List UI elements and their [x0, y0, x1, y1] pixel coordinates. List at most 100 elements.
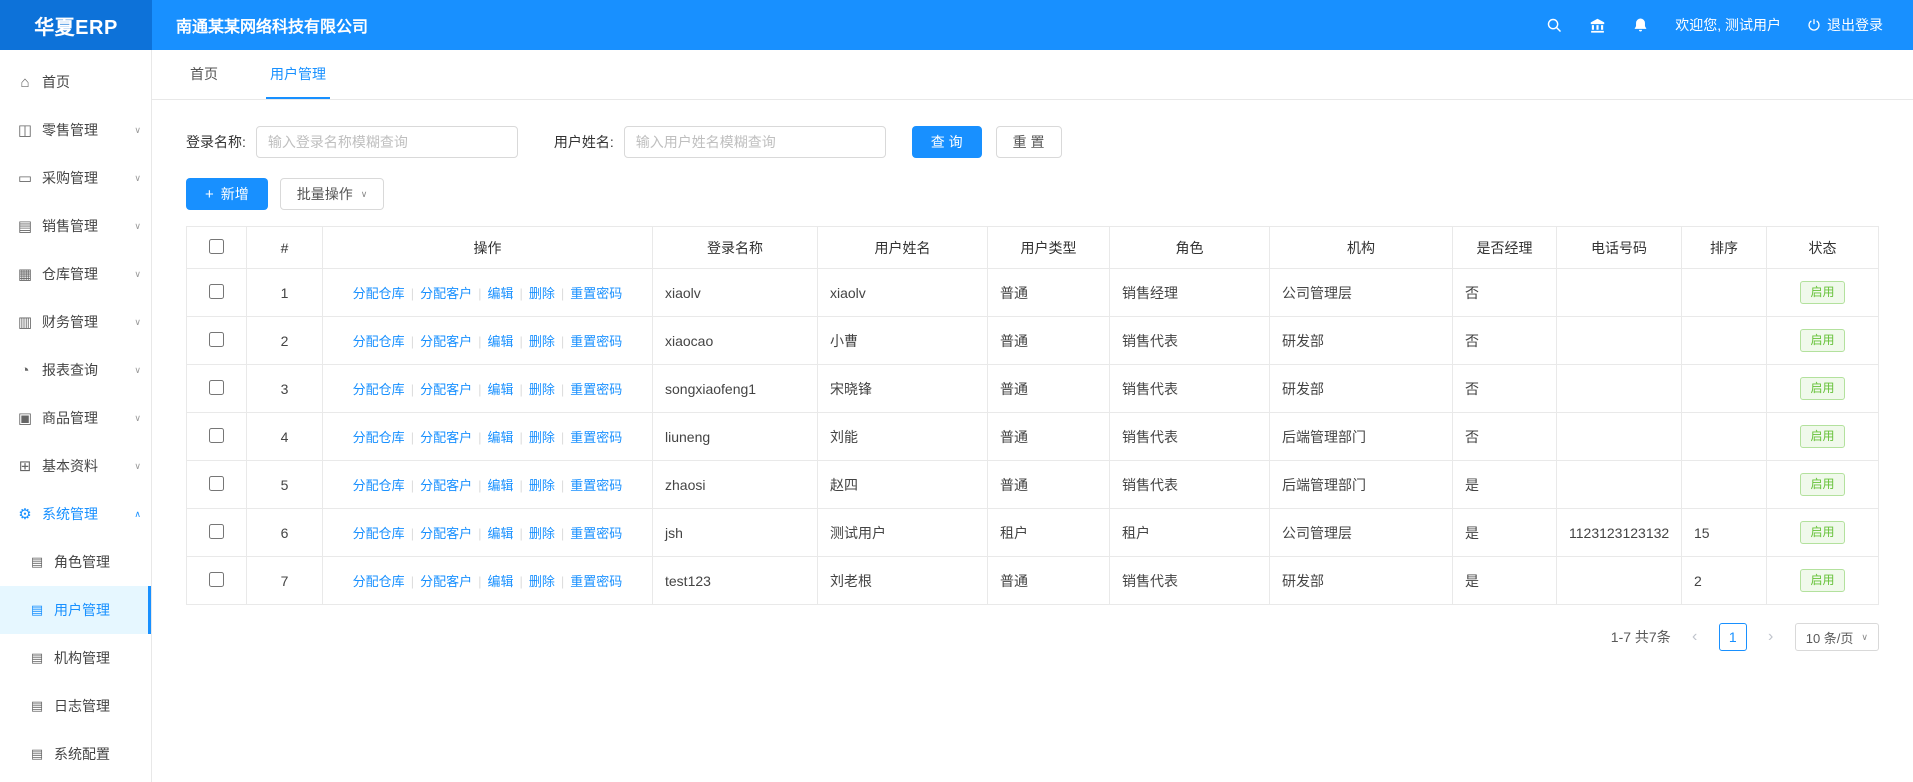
status-badge[interactable]: 启用 — [1800, 473, 1844, 497]
sidebar-item-warehouse[interactable]: ▦仓库管理∨ — [0, 250, 151, 298]
delete-link[interactable]: 删除 — [529, 382, 555, 397]
column-header: 角色 — [1110, 227, 1270, 269]
reset-password-link[interactable]: 重置密码 — [570, 478, 622, 493]
select-all-checkbox[interactable] — [209, 239, 224, 254]
sidebar-item-basic[interactable]: ⊞基本资料∨ — [0, 442, 151, 490]
user-name-input[interactable] — [624, 126, 886, 158]
sidebar-subitem-role[interactable]: ▤角色管理 — [0, 538, 151, 586]
sidebar-item-purchase[interactable]: ▭采购管理∨ — [0, 154, 151, 202]
user-table: #操作登录名称用户姓名用户类型角色机构是否经理电话号码排序状态 1分配仓库|分配… — [186, 226, 1879, 605]
search-icon[interactable] — [1546, 17, 1563, 34]
reset-button[interactable]: 重 置 — [996, 126, 1062, 158]
assign-customer-link[interactable]: 分配客户 — [420, 286, 472, 301]
action-separator: | — [478, 382, 481, 397]
sidebar-item-system[interactable]: ⚙系统管理∧ — [0, 490, 151, 538]
reset-password-link[interactable]: 重置密码 — [570, 286, 622, 301]
delete-link[interactable]: 删除 — [529, 478, 555, 493]
sidebar-item-finance[interactable]: ▥ 财务管理 ∨ — [0, 298, 151, 346]
sidebar-item-report[interactable]: ◔报表查询∨ — [0, 346, 151, 394]
delete-link[interactable]: 删除 — [529, 430, 555, 445]
tab-home[interactable]: 首页 — [186, 50, 222, 99]
sidebar-item-retail[interactable]: ◫零售管理∨ — [0, 106, 151, 154]
sidebar-subitem-config[interactable]: ▤系统配置 — [0, 730, 151, 778]
sidebar-item-home[interactable]: ⌂首页 — [0, 58, 151, 106]
edit-link[interactable]: 编辑 — [487, 526, 513, 541]
action-separator: | — [561, 334, 564, 349]
finance-icon: ▥ — [16, 313, 34, 331]
tab-user-management[interactable]: 用户管理 — [266, 50, 330, 99]
login-name-input[interactable] — [256, 126, 518, 158]
delete-link[interactable]: 删除 — [529, 286, 555, 301]
delete-link[interactable]: 删除 — [529, 334, 555, 349]
batch-actions-button[interactable]: 批量操作 ∨ — [280, 178, 385, 210]
bell-icon[interactable] — [1632, 17, 1649, 34]
query-button[interactable]: 查 询 — [912, 126, 982, 158]
reset-password-link[interactable]: 重置密码 — [570, 382, 622, 397]
row-checkbox[interactable] — [209, 524, 224, 539]
assign-warehouse-link[interactable]: 分配仓库 — [353, 382, 405, 397]
edit-link[interactable]: 编辑 — [487, 334, 513, 349]
assign-warehouse-link[interactable]: 分配仓库 — [353, 526, 405, 541]
cell-name: 小曹 — [818, 317, 988, 365]
cell-org: 研发部 — [1270, 365, 1453, 413]
chevron-down-icon: ∨ — [134, 317, 141, 328]
company-name: 南通某某网络科技有限公司 — [176, 13, 368, 37]
pagination-prev-button[interactable]: ‹ — [1681, 623, 1709, 651]
reset-password-link[interactable]: 重置密码 — [570, 574, 622, 589]
row-checkbox[interactable] — [209, 572, 224, 587]
reset-password-link[interactable]: 重置密码 — [570, 526, 622, 541]
sidebar-subitem-log[interactable]: ▤日志管理 — [0, 682, 151, 730]
status-badge[interactable]: 启用 — [1800, 521, 1844, 545]
assign-customer-link[interactable]: 分配客户 — [420, 334, 472, 349]
status-badge[interactable]: 启用 — [1800, 329, 1844, 353]
row-checkbox[interactable] — [209, 380, 224, 395]
row-checkbox[interactable] — [209, 476, 224, 491]
assign-customer-link[interactable]: 分配客户 — [420, 478, 472, 493]
edit-link[interactable]: 编辑 — [487, 478, 513, 493]
assign-warehouse-link[interactable]: 分配仓库 — [353, 430, 405, 445]
sidebar-item-sales[interactable]: ▤销售管理∨ — [0, 202, 151, 250]
edit-link[interactable]: 编辑 — [487, 574, 513, 589]
assign-warehouse-link[interactable]: 分配仓库 — [353, 286, 405, 301]
row-actions: 分配仓库|分配客户|编辑|删除|重置密码 — [323, 269, 653, 317]
add-button[interactable]: + 新增 — [186, 178, 268, 210]
assign-customer-link[interactable]: 分配客户 — [420, 430, 472, 445]
assign-customer-link[interactable]: 分配客户 — [420, 526, 472, 541]
assign-warehouse-link[interactable]: 分配仓库 — [353, 334, 405, 349]
logout-button[interactable]: 退出登录 — [1807, 15, 1883, 35]
delete-link[interactable]: 删除 — [529, 526, 555, 541]
reset-password-link[interactable]: 重置密码 — [570, 334, 622, 349]
sidebar-item-label: 财务管理 — [42, 312, 98, 332]
edit-link[interactable]: 编辑 — [487, 382, 513, 397]
status-badge[interactable]: 启用 — [1800, 377, 1844, 401]
sidebar-item-label: 商品管理 — [42, 408, 98, 428]
page-size-select[interactable]: 10 条/页 ∨ — [1795, 623, 1879, 651]
pagination-next-button[interactable]: › — [1757, 623, 1785, 651]
reset-password-link[interactable]: 重置密码 — [570, 430, 622, 445]
action-separator: | — [478, 430, 481, 445]
status-badge[interactable]: 启用 — [1800, 425, 1844, 449]
assign-warehouse-link[interactable]: 分配仓库 — [353, 478, 405, 493]
sidebar-item-goods[interactable]: ▣商品管理∨ — [0, 394, 151, 442]
organization-icon[interactable] — [1589, 17, 1606, 34]
assign-customer-link[interactable]: 分配客户 — [420, 382, 472, 397]
pagination-page-1[interactable]: 1 — [1719, 623, 1747, 651]
delete-link[interactable]: 删除 — [529, 574, 555, 589]
edit-link[interactable]: 编辑 — [487, 286, 513, 301]
row-checkbox[interactable] — [209, 428, 224, 443]
row-checkbox[interactable] — [209, 284, 224, 299]
document-icon: ▤ — [28, 650, 46, 666]
assign-customer-link[interactable]: 分配客户 — [420, 574, 472, 589]
warehouse-icon: ▦ — [16, 265, 34, 283]
batch-actions-label: 批量操作 — [297, 184, 353, 204]
sidebar-subitem-org[interactable]: ▤机构管理 — [0, 634, 151, 682]
action-separator: | — [478, 526, 481, 541]
sidebar-subitem-user[interactable]: ▤用户管理 — [0, 586, 151, 634]
status-badge[interactable]: 启用 — [1800, 281, 1844, 305]
document-icon: ▤ — [28, 746, 46, 762]
status-badge[interactable]: 启用 — [1800, 569, 1844, 593]
edit-link[interactable]: 编辑 — [487, 430, 513, 445]
cell-org: 后端管理部门 — [1270, 413, 1453, 461]
assign-warehouse-link[interactable]: 分配仓库 — [353, 574, 405, 589]
row-checkbox[interactable] — [209, 332, 224, 347]
